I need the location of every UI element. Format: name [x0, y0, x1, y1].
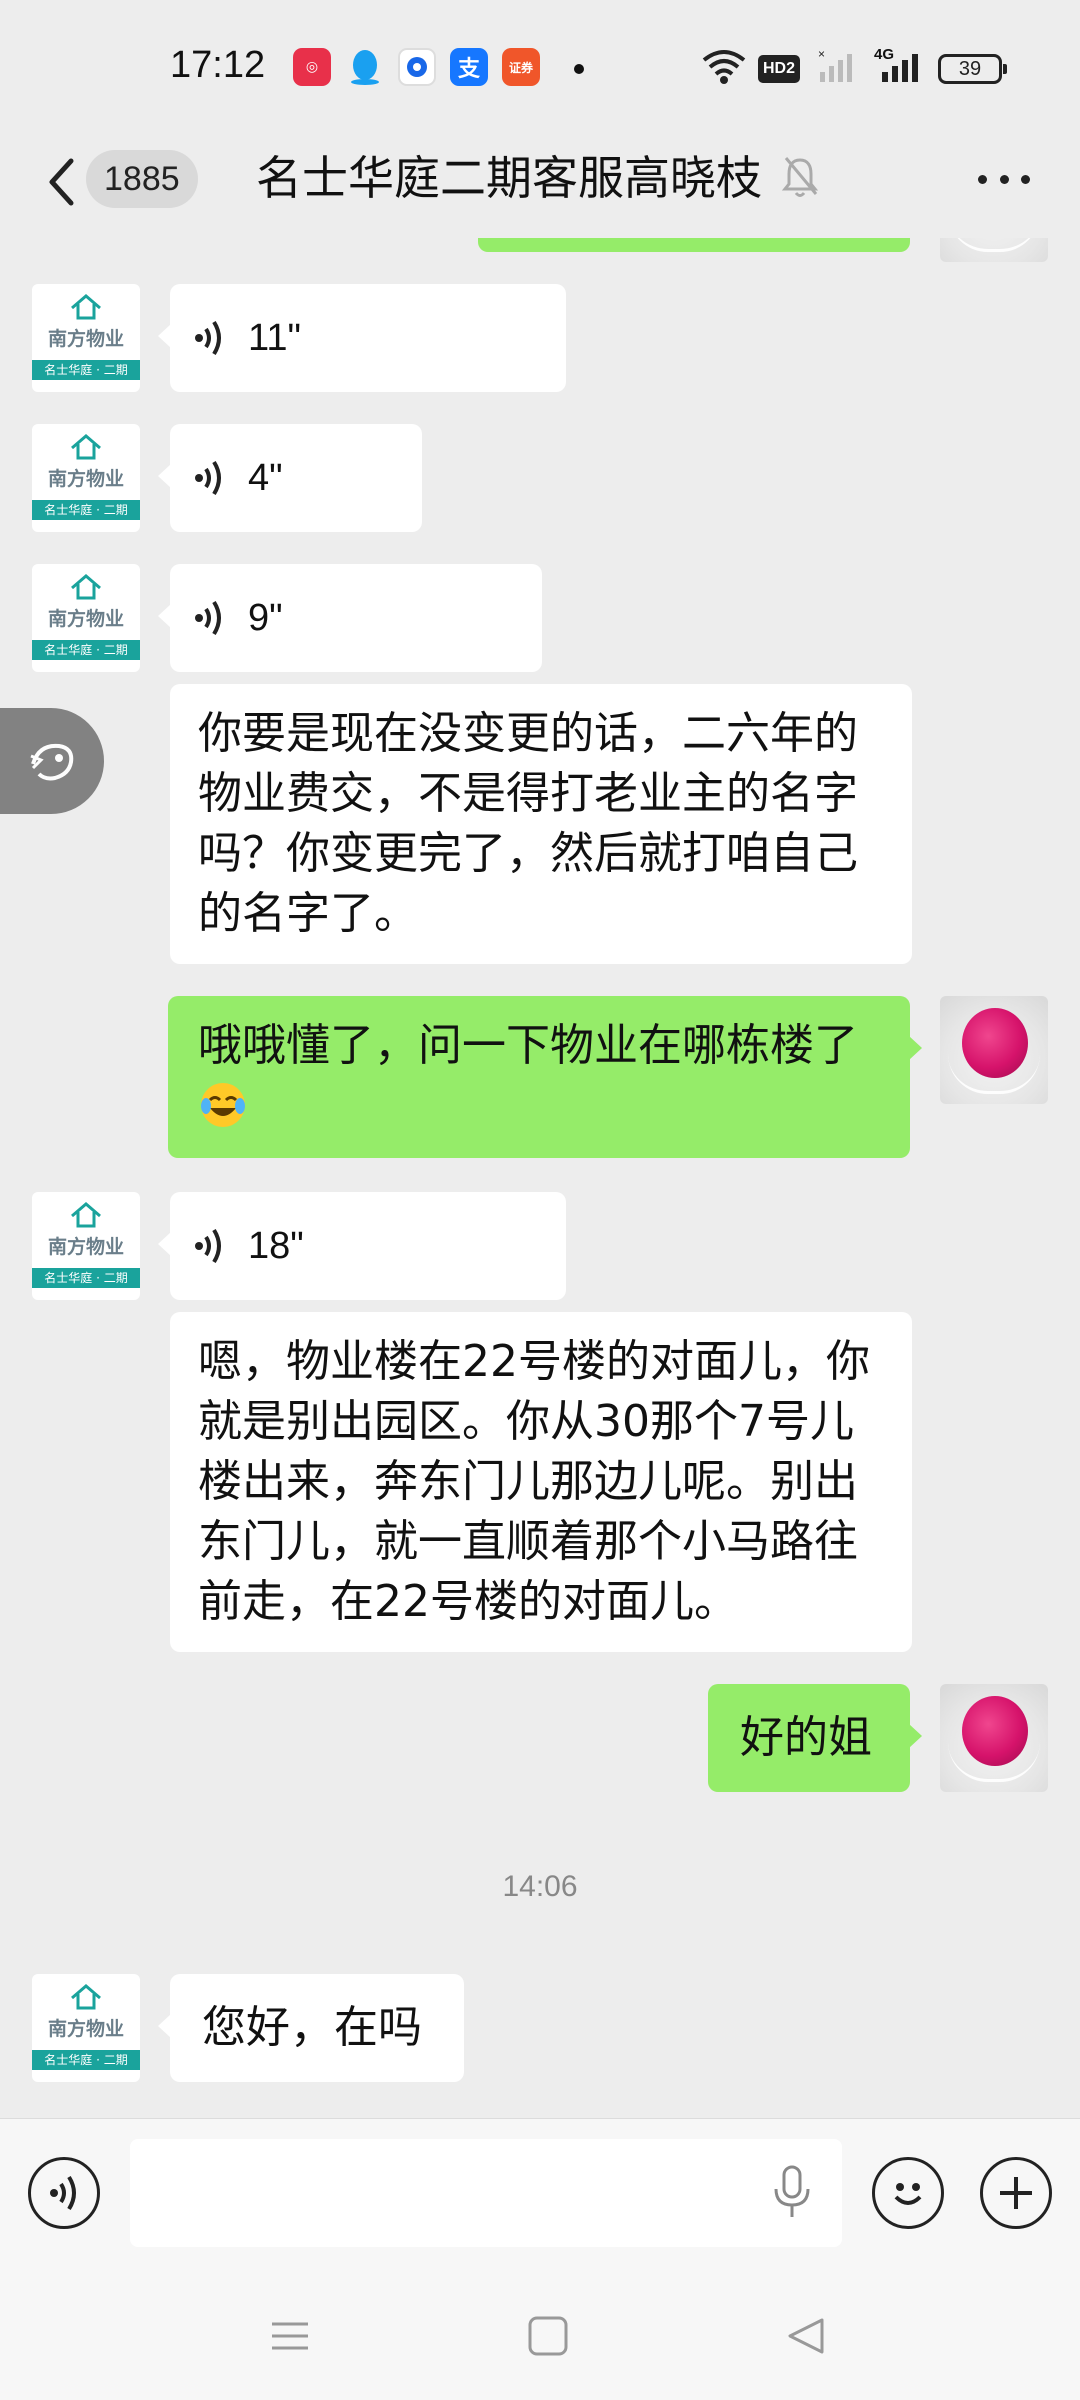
avatar-company-name: 南方物业 — [47, 2018, 124, 2040]
message-line: 好的姐 — [740, 1712, 872, 1763]
avatar-company-name: 南方物业 — [47, 1236, 124, 1258]
message-line: 嗯，物业楼在22号楼的对面儿，你 — [198, 1336, 870, 1387]
svg-text:×: × — [818, 47, 825, 61]
message-line: 您好，在吗 — [202, 2002, 422, 2053]
avatar[interactable] — [940, 1684, 1048, 1792]
microphone-icon[interactable] — [770, 2165, 818, 2221]
avatar[interactable]: 南方物业 名士华庭 · 二期 — [32, 284, 140, 392]
avatar-company-band: 名士华庭 · 二期 — [32, 500, 140, 520]
securities-app-icon: 证券 — [502, 48, 540, 86]
input-bar — [0, 2118, 1080, 2268]
qq-icon — [346, 48, 384, 86]
avatar[interactable]: 南方物业 名士华庭 · 二期 — [32, 1192, 140, 1300]
avatar[interactable] — [940, 996, 1048, 1104]
voice-message[interactable]: 18" — [158, 1192, 566, 1300]
voice-message[interactable]: 11" — [158, 284, 566, 392]
voice-wave-icon — [195, 460, 221, 496]
voice-duration: 4" — [248, 457, 283, 499]
menu-icon[interactable] — [268, 2316, 312, 2356]
battery-indicator: 39 — [938, 54, 1007, 84]
system-nav-bar — [0, 2268, 1080, 2400]
chat-message-list[interactable]: 南方物业 名士华庭 · 二期 11" 南方物业 名士华庭 · 二期 4" 南方物… — [0, 238, 1080, 2118]
floating-app-icon — [30, 743, 74, 781]
avatar-company-band: 名士华庭 · 二期 — [32, 1268, 140, 1288]
message-line: 你要是现在没变更的话，二六年的 — [198, 708, 858, 759]
message-line: 前走，在22号楼的对面儿。 — [198, 1576, 738, 1627]
more-notifications-dot — [574, 64, 584, 74]
laugh-cry-emoji — [198, 1080, 248, 1130]
message-bubble-sent-partial[interactable] — [478, 238, 910, 252]
avatar[interactable]: 南方物业 名士华庭 · 二期 — [32, 1974, 140, 2082]
app-circle-icon — [398, 48, 436, 86]
chat-header: 1885 名士华庭二期客服高晓枝 — [0, 130, 1080, 238]
text-message-sent[interactable]: 好的姐 — [708, 1684, 922, 1792]
text-message[interactable]: 你要是现在没变更的话，二六年的 物业费交，不是得打老业主的名字 吗？你变更完了，… — [170, 684, 912, 964]
app-notification-icon: ◎ — [293, 48, 331, 86]
floating-assistant-tab[interactable] — [0, 708, 104, 814]
text-message[interactable]: 嗯，物业楼在22号楼的对面儿，你 就是别出园区。你从30那个7号儿 楼出来，奔东… — [170, 1312, 912, 1652]
avatar[interactable]: 南方物业 名士华庭 · 二期 — [32, 564, 140, 672]
avatar[interactable]: 南方物业 名士华庭 · 二期 — [32, 424, 140, 532]
text-message[interactable]: 您好，在吗 — [158, 1974, 464, 2082]
back-triangle-icon[interactable] — [784, 2316, 828, 2356]
voice-message[interactable]: 9" — [158, 564, 542, 672]
signal-weak-icon: × — [818, 47, 852, 82]
voice-duration: 18" — [248, 1225, 304, 1267]
message-input[interactable] — [130, 2139, 842, 2247]
home-icon[interactable] — [526, 2316, 570, 2356]
message-line: 哦哦懂了，问一下物业在哪栋楼了 — [198, 1020, 858, 1071]
avatar[interactable] — [940, 238, 1048, 262]
voice-message[interactable]: 4" — [158, 424, 422, 532]
voice-wave-icon — [195, 1228, 221, 1264]
chevron-left-icon[interactable] — [38, 152, 84, 212]
avatar-company-band: 名士华庭 · 二期 — [32, 640, 140, 660]
signal-strong-icon — [882, 54, 918, 82]
message-line: 的名字了。 — [198, 888, 418, 939]
plus-icon[interactable] — [980, 2157, 1052, 2229]
message-timestamp: 14:06 — [502, 1870, 578, 1903]
text-message-sent[interactable]: 哦哦懂了，问一下物业在哪栋楼了 — [168, 996, 922, 1158]
message-line: 楼出来，奔东门儿那边儿呢。别出 — [198, 1456, 858, 1507]
more-dots-icon[interactable] — [974, 154, 1034, 204]
avatar-company-name: 南方物业 — [47, 468, 124, 490]
avatar-company-band: 名士华庭 · 二期 — [32, 2050, 140, 2070]
voice-duration: 11" — [248, 317, 301, 359]
hd-badge: HD2 — [758, 55, 800, 83]
chat-title: 名士华庭二期客服高晓枝 — [256, 151, 762, 205]
message-line: 吗？你变更完了，然后就打咱自己 — [198, 828, 858, 879]
bell-off-icon — [780, 154, 824, 204]
status-bar: 17:12 ◎ 支 证券 HD2 × 4G 39 — [0, 0, 1080, 130]
voice-wave-icon — [195, 600, 221, 636]
message-line: 物业费交，不是得打老业主的名字 — [198, 768, 858, 819]
unread-count-badge[interactable]: 1885 — [86, 150, 198, 208]
status-time: 17:12 — [170, 44, 266, 86]
avatar-company-band: 名士华庭 · 二期 — [32, 360, 140, 380]
voice-toggle-icon[interactable] — [28, 2157, 100, 2229]
voice-duration: 9" — [248, 597, 283, 639]
avatar-company-name: 南方物业 — [47, 328, 124, 350]
message-line: 就是别出园区。你从30那个7号儿 — [198, 1396, 854, 1447]
message-line: 东门儿，就一直顺着那个小马路往 — [198, 1516, 858, 1567]
voice-wave-icon — [195, 320, 221, 356]
wifi-icon — [702, 50, 746, 84]
alipay-icon: 支 — [450, 48, 488, 86]
avatar-company-name: 南方物业 — [47, 608, 124, 630]
emoji-icon[interactable] — [872, 2157, 944, 2229]
